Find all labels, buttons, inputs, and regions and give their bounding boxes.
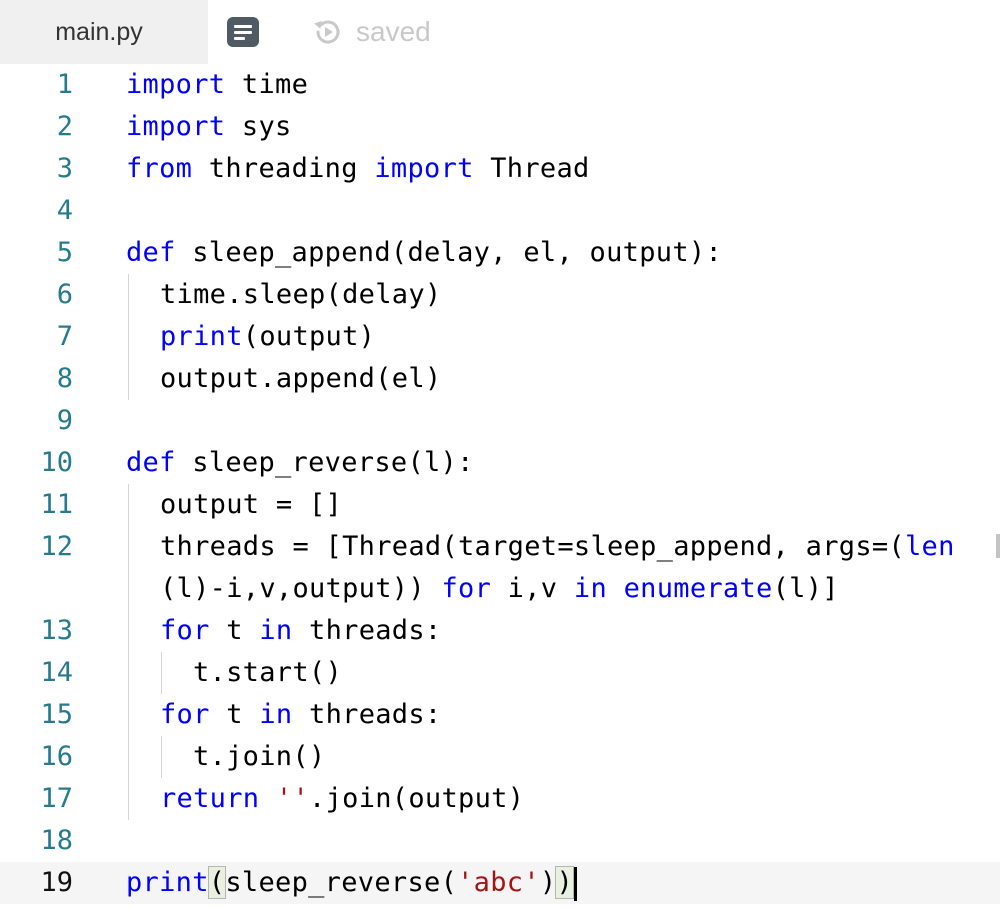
code-line: 4 bbox=[0, 190, 1000, 232]
code-text: def sleep_reverse(l): bbox=[126, 447, 474, 478]
tab-filename: main.py bbox=[55, 17, 143, 46]
code-line-active: 19 print(sleep_reverse('abc')) bbox=[0, 862, 1000, 904]
indent-guide bbox=[161, 736, 162, 778]
saved-status: saved bbox=[312, 14, 431, 50]
code-line: 12 threads = [Thread(target=sleep_append… bbox=[0, 526, 1000, 568]
code-line: 3 from threading import Thread bbox=[0, 148, 1000, 190]
code-text: print(output) bbox=[160, 321, 376, 352]
code-text: for t in threads: bbox=[160, 615, 442, 646]
line-number: 15 bbox=[40, 699, 73, 730]
matched-bracket-close: ) bbox=[555, 866, 575, 899]
line-number: 13 bbox=[40, 615, 73, 646]
code-line: 15 for t in threads: bbox=[0, 694, 1000, 736]
line-number: 17 bbox=[40, 783, 73, 814]
code-text: t.start() bbox=[193, 657, 342, 688]
line-number: 14 bbox=[40, 657, 73, 688]
code-text: return ''.join(output) bbox=[160, 783, 525, 814]
code-line: 2 import sys bbox=[0, 106, 1000, 148]
line-number: 7 bbox=[56, 321, 73, 352]
code-text: import time bbox=[126, 69, 309, 100]
tab-main-py[interactable]: main.py bbox=[0, 0, 208, 64]
code-text: output.append(el) bbox=[160, 363, 442, 394]
indent-guide bbox=[128, 484, 129, 820]
code-text: time.sleep(delay) bbox=[160, 279, 442, 310]
code-line: 16 t.join() bbox=[0, 736, 1000, 778]
text-caret bbox=[574, 866, 578, 901]
code-text: print(sleep_reverse('abc')) bbox=[126, 862, 578, 904]
line-number: 10 bbox=[40, 447, 73, 478]
line-number: 16 bbox=[40, 741, 73, 772]
code-line: 6 time.sleep(delay) bbox=[0, 274, 1000, 316]
code-text: import sys bbox=[126, 111, 292, 142]
line-number: 1 bbox=[56, 69, 73, 100]
code-line: 9 bbox=[0, 400, 1000, 442]
code-line-wrap: (l)-i,v,output)) for i,v in enumerate(l)… bbox=[0, 568, 1000, 610]
code-text: from threading import Thread bbox=[126, 153, 590, 184]
code-text: threads = [Thread(target=sleep_append, a… bbox=[160, 531, 955, 562]
code-line: 18 bbox=[0, 820, 1000, 862]
tab-bar: main.py saved bbox=[0, 0, 1000, 64]
code-line: 10 def sleep_reverse(l): bbox=[0, 442, 1000, 484]
saved-label: saved bbox=[356, 16, 431, 47]
code-line: 17 return ''.join(output) bbox=[0, 778, 1000, 820]
code-text: t.join() bbox=[193, 741, 326, 772]
document-icon[interactable] bbox=[227, 17, 259, 47]
scrollbar-marker[interactable] bbox=[996, 534, 1000, 558]
line-number: 5 bbox=[56, 237, 73, 268]
code-editor[interactable]: 1 import time 2 import sys 3 from thread… bbox=[0, 64, 1000, 908]
history-icon bbox=[314, 20, 340, 44]
code-line: 11 output = [] bbox=[0, 484, 1000, 526]
line-number: 4 bbox=[56, 195, 73, 226]
line-number: 12 bbox=[40, 531, 73, 562]
code-text: def sleep_append(delay, el, output): bbox=[126, 237, 722, 268]
code-line: 8 output.append(el) bbox=[0, 358, 1000, 400]
code-line: 7 print(output) bbox=[0, 316, 1000, 358]
code-line: 13 for t in threads: bbox=[0, 610, 1000, 652]
matched-bracket-open: ( bbox=[207, 866, 227, 899]
line-number: 3 bbox=[56, 153, 73, 184]
code-text: (l)-i,v,output)) for i,v in enumerate(l)… bbox=[160, 573, 839, 604]
code-text: output = [] bbox=[160, 489, 343, 520]
indent-guide bbox=[161, 652, 162, 694]
code-line: 1 import time bbox=[0, 64, 1000, 106]
line-number: 11 bbox=[40, 489, 73, 520]
line-number: 19 bbox=[40, 867, 73, 898]
line-number: 6 bbox=[56, 279, 73, 310]
line-number: 9 bbox=[56, 405, 73, 436]
code-line: 5 def sleep_append(delay, el, output): bbox=[0, 232, 1000, 274]
code-line: 14 t.start() bbox=[0, 652, 1000, 694]
line-number: 18 bbox=[40, 825, 73, 856]
line-number: 8 bbox=[56, 363, 73, 394]
line-number: 2 bbox=[56, 111, 73, 142]
code-text: for t in threads: bbox=[160, 699, 442, 730]
indent-guide bbox=[128, 274, 129, 400]
